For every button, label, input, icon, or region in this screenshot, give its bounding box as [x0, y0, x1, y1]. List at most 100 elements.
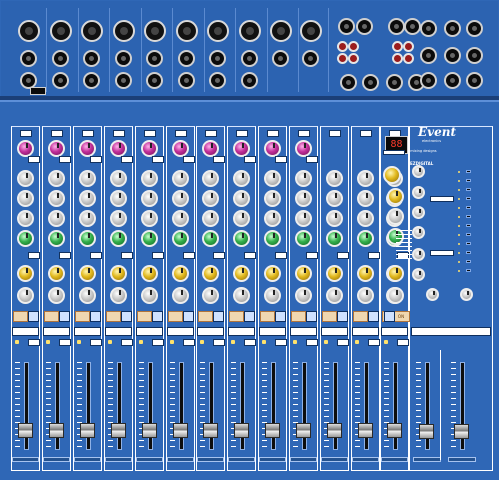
fader-icon[interactable] — [234, 423, 249, 438]
solo-button[interactable] — [244, 311, 255, 322]
eq-high-knob[interactable] — [48, 170, 65, 187]
xlr-connector-icon[interactable] — [239, 20, 261, 42]
output-jack-icon[interactable] — [466, 47, 483, 64]
trim-knob[interactable] — [264, 140, 281, 157]
xlr-connector-icon[interactable] — [81, 20, 103, 42]
trim-knob[interactable] — [48, 140, 65, 157]
eq-mid-knob[interactable] — [295, 190, 312, 207]
aux-2-knob[interactable] — [172, 265, 189, 282]
xlr-connector-icon[interactable] — [207, 20, 229, 42]
aux-2-knob[interactable] — [141, 265, 158, 282]
aux-1-knob[interactable] — [110, 230, 127, 247]
rca-jack-icon[interactable] — [348, 41, 359, 52]
pfl-button[interactable] — [244, 339, 256, 346]
quarter-inch-jack-icon[interactable] — [338, 18, 355, 35]
pfl-button[interactable] — [306, 339, 318, 346]
eq-mid-knob[interactable] — [202, 190, 219, 207]
quarter-inch-jack-icon[interactable] — [386, 74, 403, 91]
pfl-button[interactable] — [28, 339, 40, 346]
eq-mid-knob[interactable] — [172, 190, 189, 207]
solo-button[interactable] — [306, 311, 317, 322]
aux-1-knob[interactable] — [172, 230, 189, 247]
fx-program-knob[interactable] — [383, 166, 401, 184]
output-jack-icon[interactable] — [420, 72, 437, 89]
quarter-inch-jack-icon[interactable] — [178, 50, 195, 67]
solo-button[interactable] — [213, 311, 224, 322]
pan-knob[interactable] — [110, 287, 127, 304]
eq-mid-knob[interactable] — [79, 190, 96, 207]
eq-low-knob[interactable] — [264, 210, 281, 227]
trim-knob[interactable] — [295, 140, 312, 157]
trim-knob[interactable] — [202, 140, 219, 157]
aux-2-knob[interactable] — [79, 265, 96, 282]
output-jack-icon[interactable] — [466, 72, 483, 89]
insert-jack-icon[interactable] — [241, 72, 258, 89]
solo-button[interactable] — [59, 311, 70, 322]
eq-mid-knob[interactable] — [141, 190, 158, 207]
pfl-button[interactable] — [337, 339, 349, 346]
mute-button[interactable] — [260, 311, 275, 322]
mute-button[interactable] — [229, 311, 244, 322]
mute-button[interactable] — [75, 311, 90, 322]
quarter-inch-jack-icon[interactable] — [362, 74, 379, 91]
pan-knob[interactable] — [48, 287, 65, 304]
insert-jack-icon[interactable] — [52, 72, 69, 89]
eq-low-knob[interactable] — [17, 210, 34, 227]
eq-high-knob[interactable] — [357, 170, 374, 187]
eq-high-knob[interactable] — [233, 170, 250, 187]
master-knob[interactable] — [460, 288, 473, 301]
eq-high-knob[interactable] — [141, 170, 158, 187]
eq-low-knob[interactable] — [295, 210, 312, 227]
solo-button[interactable] — [121, 311, 132, 322]
solo-button[interactable] — [28, 311, 39, 322]
solo-button[interactable] — [275, 311, 286, 322]
fader-icon[interactable] — [419, 424, 434, 439]
rca-jack-icon[interactable] — [392, 41, 403, 52]
aux-1-knob[interactable] — [79, 230, 96, 247]
eq-mid-knob[interactable] — [326, 190, 343, 207]
aux-1-knob[interactable] — [326, 230, 343, 247]
xlr-connector-icon[interactable] — [144, 20, 166, 42]
trim-knob[interactable] — [79, 140, 96, 157]
trim-knob[interactable] — [141, 140, 158, 157]
master-knob[interactable] — [412, 206, 425, 219]
solo-button[interactable] — [183, 311, 194, 322]
pan-knob[interactable] — [202, 287, 219, 304]
output-jack-icon[interactable] — [420, 47, 437, 64]
output-jack-icon[interactable] — [420, 20, 437, 37]
aux-2-knob[interactable] — [17, 265, 34, 282]
quarter-inch-jack-icon[interactable] — [241, 50, 258, 67]
quarter-inch-jack-icon[interactable] — [209, 50, 226, 67]
master-knob[interactable] — [412, 165, 425, 178]
output-jack-icon[interactable] — [466, 20, 483, 37]
eq-high-knob[interactable] — [79, 170, 96, 187]
pan-knob[interactable] — [295, 287, 312, 304]
rca-jack-icon[interactable] — [392, 53, 403, 64]
fader-icon[interactable] — [111, 423, 126, 438]
quarter-inch-jack-icon[interactable] — [52, 50, 69, 67]
pfl-button[interactable] — [275, 339, 287, 346]
eq-mid-knob[interactable] — [357, 190, 374, 207]
eq-high-knob[interactable] — [264, 170, 281, 187]
aux-1-knob[interactable] — [48, 230, 65, 247]
xlr-connector-icon[interactable] — [18, 20, 40, 42]
insert-jack-icon[interactable] — [115, 72, 132, 89]
eq-low-knob[interactable] — [48, 210, 65, 227]
xlr-connector-icon[interactable] — [113, 20, 135, 42]
eq-mid-knob[interactable] — [48, 190, 65, 207]
fader-icon[interactable] — [296, 423, 311, 438]
quarter-inch-jack-icon[interactable] — [404, 18, 421, 35]
aux-1-knob[interactable] — [357, 230, 374, 247]
pfl-button[interactable] — [121, 339, 133, 346]
xlr-connector-icon[interactable] — [50, 20, 72, 42]
pfl-button[interactable] — [152, 339, 164, 346]
aux-2-knob[interactable] — [233, 265, 250, 282]
master-knob[interactable] — [426, 288, 439, 301]
trim-knob[interactable] — [172, 140, 189, 157]
insert-jack-icon[interactable] — [178, 72, 195, 89]
quarter-inch-jack-icon[interactable] — [340, 74, 357, 91]
rca-jack-icon[interactable] — [348, 53, 359, 64]
pan-knob[interactable] — [357, 287, 374, 304]
fader-icon[interactable] — [203, 423, 218, 438]
insert-jack-icon[interactable] — [83, 72, 100, 89]
